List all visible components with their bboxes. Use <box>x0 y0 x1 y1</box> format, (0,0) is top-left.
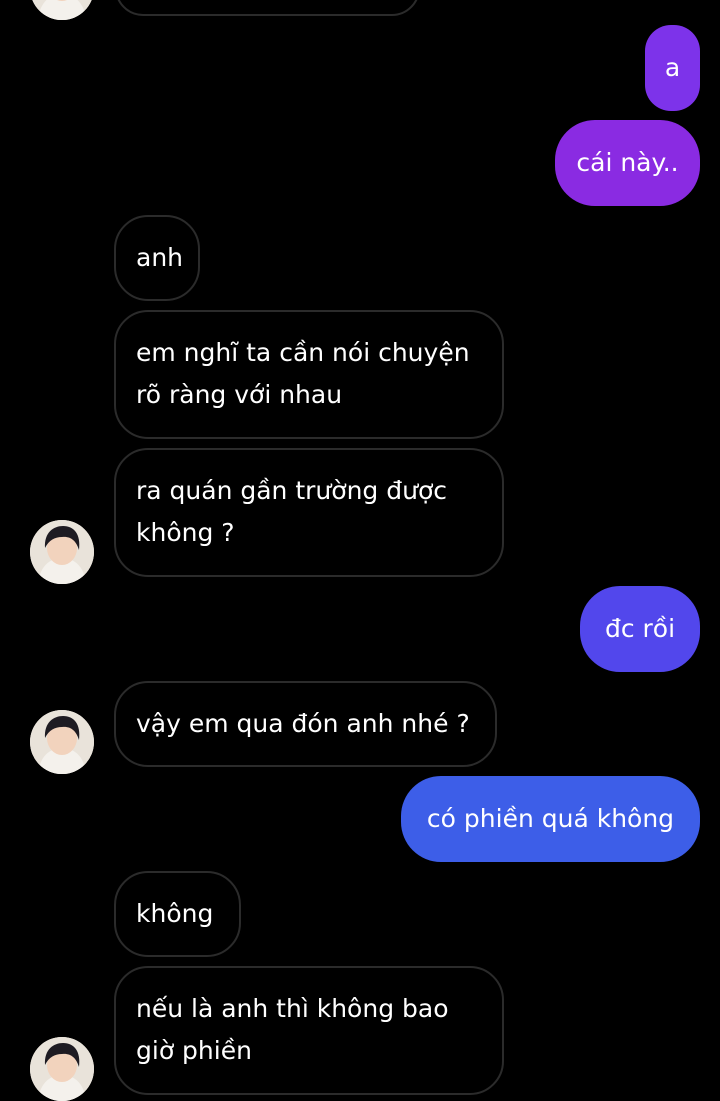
message-bubble-incoming[interactable]: không <box>114 871 241 957</box>
message-text: có phiền quá không <box>426 804 675 833</box>
message-text-line: em nghĩ ta cần nói chuyện <box>136 338 470 367</box>
message-bubble-outgoing[interactable]: đc rồi <box>580 586 700 672</box>
profile-photo-icon <box>30 1037 94 1101</box>
message-bubble-incoming[interactable]: anh <box>114 215 200 301</box>
message-text-line: không ? <box>136 518 235 547</box>
message-text: đc rồi <box>604 614 676 643</box>
message-bubble-incoming[interactable]: ra quán gần trường được không ? <box>114 448 504 577</box>
avatar[interactable] <box>30 0 94 20</box>
message-bubble-incoming[interactable]: nếu là anh thì không bao giờ phiền <box>114 966 504 1095</box>
message-text-line: ra quán gần trường được <box>136 476 447 505</box>
message-bubble-incoming[interactable]: vậy em qua đón anh nhé ? <box>114 681 497 767</box>
message-bubble-incoming[interactable]: em nghĩ ta cần nói chuyện rõ ràng với nh… <box>114 310 504 439</box>
message-text: anh <box>136 243 184 272</box>
partial-message-bubble <box>115 0 420 16</box>
message-text-line: giờ phiền <box>136 1036 252 1065</box>
profile-photo-icon <box>30 0 94 20</box>
message-bubble-outgoing[interactable]: cái này.. <box>555 120 700 206</box>
message-text: a <box>664 53 681 82</box>
message-text: không <box>136 899 214 928</box>
profile-photo-icon <box>30 520 94 584</box>
avatar[interactable] <box>30 1037 94 1101</box>
profile-photo-icon <box>30 710 94 774</box>
message-bubble-outgoing[interactable]: có phiền quá không <box>401 776 700 862</box>
message-text-line: nếu là anh thì không bao <box>136 994 449 1023</box>
avatar[interactable] <box>30 710 94 774</box>
message-text: cái này.. <box>576 148 679 177</box>
avatar[interactable] <box>30 520 94 584</box>
message-text: vậy em qua đón anh nhé ? <box>136 709 470 738</box>
message-text-line: rõ ràng với nhau <box>136 380 343 409</box>
message-bubble-outgoing[interactable]: a <box>645 25 700 111</box>
